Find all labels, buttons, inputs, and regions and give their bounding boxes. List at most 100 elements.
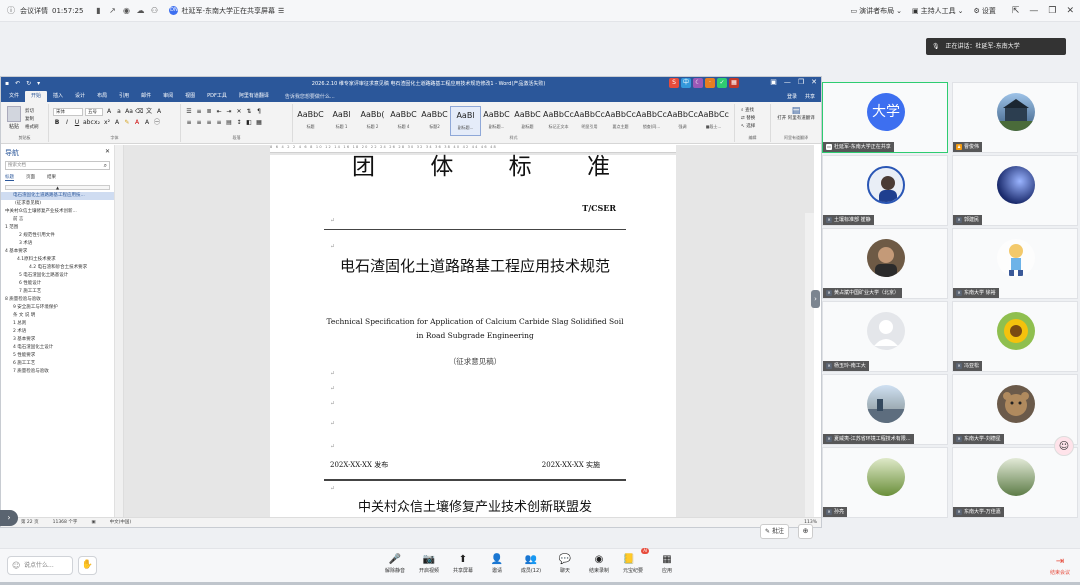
word-minimize-icon[interactable]: — bbox=[784, 78, 791, 86]
meeting-info-link[interactable]: 会议详情 bbox=[20, 6, 48, 16]
nav-heading-item[interactable]: 4 基本要求 bbox=[1, 248, 114, 256]
tray-icon-moon[interactable]: ☾ bbox=[693, 78, 703, 88]
collapse-sidebar-icon[interactable]: › bbox=[811, 290, 820, 308]
italic-icon[interactable]: I bbox=[63, 119, 71, 127]
participant-tile[interactable]: ✕ 东南大学-刘德星 bbox=[952, 374, 1078, 445]
highlight-icon[interactable]: ✎ bbox=[123, 119, 131, 127]
style-item[interactable]: AaBbCcDd 标记正文本 bbox=[543, 106, 574, 136]
bold-icon[interactable]: B bbox=[53, 119, 61, 127]
quick-access-icon[interactable]: ▾ bbox=[37, 80, 40, 87]
redo-icon[interactable]: ↻ bbox=[26, 80, 31, 87]
settings-button[interactable]: ⚙ 设置 bbox=[974, 6, 996, 16]
restore-icon[interactable]: ❐ bbox=[1048, 6, 1056, 16]
invite-button[interactable]: 👤 邀请 bbox=[480, 553, 514, 574]
style-item[interactable]: AaBbCcDd 明显引用 bbox=[574, 106, 605, 136]
minimize-icon[interactable]: — bbox=[1029, 6, 1038, 16]
style-item[interactable]: AaBbC 标题2 bbox=[419, 106, 450, 136]
cut-button[interactable]: 剪切 bbox=[25, 108, 39, 116]
save-icon[interactable]: ▪ bbox=[5, 80, 9, 87]
paste-button[interactable]: 粘贴 bbox=[5, 106, 23, 130]
word-count[interactable]: 11368 个字 bbox=[53, 518, 78, 527]
justify-icon[interactable]: ≡ bbox=[215, 119, 223, 127]
style-item[interactable]: AaBbCcD 锁查(同... bbox=[636, 106, 667, 136]
style-item[interactable]: AaBbC 副标题... bbox=[481, 106, 512, 136]
subscript-icon[interactable]: x₂ bbox=[93, 119, 101, 127]
align-right-icon[interactable]: ≡ bbox=[205, 119, 213, 127]
share-indicator[interactable]: DN 杜延军-东南大学正在共享屏幕 ☰ bbox=[169, 6, 284, 16]
chinese-layout-icon[interactable]: ✕ bbox=[235, 108, 243, 116]
tab-layout[interactable]: 布局 bbox=[91, 91, 113, 102]
tell-me-search[interactable]: 告诉我您想要做什么... bbox=[285, 93, 335, 102]
tray-icon-cn[interactable]: 中 bbox=[681, 78, 691, 88]
nav-heading-item[interactable]: 4 电石渣固化土设计 bbox=[1, 344, 114, 352]
style-item[interactable]: AaBbCcD ■段士... bbox=[698, 106, 729, 136]
shading-icon[interactable]: ◧ bbox=[245, 119, 253, 127]
numbering-icon[interactable]: ≡ bbox=[195, 108, 203, 116]
tab-design[interactable]: 设计 bbox=[69, 91, 91, 102]
nav-heading-item[interactable]: 电石渣固化土道路路基工程应用技... bbox=[1, 192, 114, 200]
tab-pdf-tools[interactable]: PDF工具 bbox=[201, 91, 233, 102]
notes-button[interactable]: 📒AI 元宝纪要 bbox=[616, 548, 650, 574]
tray-icon-check[interactable]: ✓ bbox=[717, 78, 727, 88]
nav-heading-item[interactable]: 2 术语 bbox=[1, 328, 114, 336]
ai-assistant-avatar[interactable]: ☺ bbox=[1054, 436, 1074, 456]
tab-file[interactable]: 文件 bbox=[3, 91, 25, 102]
speaker-layout-button[interactable]: ▭ 演讲者布局 ⌄ bbox=[851, 6, 903, 16]
mic-off-button[interactable]: 🎤 解除静音 bbox=[378, 553, 412, 574]
change-case-icon[interactable]: Aa bbox=[125, 108, 133, 116]
participant-tile[interactable]: ✕ 夏威夷-江苏省环境工程技术有限... bbox=[822, 374, 948, 445]
distributed-icon[interactable]: ▤ bbox=[225, 119, 233, 127]
text-effects-icon[interactable]: A bbox=[113, 119, 121, 127]
increase-indent-icon[interactable]: ⇥ bbox=[225, 108, 233, 116]
raise-hand-icon[interactable]: ✋ bbox=[78, 556, 97, 575]
page-count[interactable]: 第 22 页 bbox=[21, 518, 39, 527]
participant-tile[interactable]: ✕ 东南大学 徐裕 bbox=[952, 228, 1078, 299]
expand-left-icon[interactable]: › bbox=[0, 510, 18, 526]
tab-home[interactable]: 开始 bbox=[25, 91, 48, 102]
word-restore-icon[interactable]: ❐ bbox=[798, 78, 804, 86]
tab-mailings[interactable]: 邮件 bbox=[135, 91, 157, 102]
members-button[interactable]: 👥 成员(12) bbox=[514, 553, 548, 574]
zoom-icon[interactable]: ⊕ bbox=[798, 524, 813, 539]
char-shading-icon[interactable]: A bbox=[143, 119, 151, 127]
tab-references[interactable]: 引用 bbox=[113, 91, 135, 102]
pin-icon[interactable]: ⇱ bbox=[1012, 6, 1020, 16]
nav-tab-headings[interactable]: 标题 bbox=[5, 174, 14, 181]
nav-heading-item[interactable]: 7 施工工艺 bbox=[1, 288, 114, 296]
proofing-icon[interactable]: ▣ bbox=[91, 518, 95, 527]
participant-tile[interactable]: ✕ 东南大学-万佳嘉 bbox=[952, 447, 1078, 518]
end-meeting-button[interactable]: ⇥ 结束会议 bbox=[1050, 555, 1070, 576]
sign-in-link[interactable]: 登录 bbox=[787, 93, 797, 100]
share-doc-button[interactable]: 共享 bbox=[805, 93, 815, 100]
line-spacing-icon[interactable]: ↕ bbox=[235, 119, 243, 127]
superscript-icon[interactable]: x² bbox=[103, 119, 111, 127]
nav-heading-item[interactable]: 前 言 bbox=[1, 216, 114, 224]
participant-tile[interactable]: ✕ 黄占斌中国矿业大学（北京） bbox=[822, 228, 948, 299]
nav-close-icon[interactable]: ✕ bbox=[105, 148, 110, 155]
find-button[interactable]: ⌕ 查找 bbox=[741, 107, 755, 115]
strikethrough-icon[interactable]: abc bbox=[83, 119, 94, 127]
nav-heading-item[interactable]: 4.1原料土技术要求 bbox=[1, 256, 114, 264]
align-left-icon[interactable]: ≡ bbox=[185, 119, 193, 127]
share-menu-icon[interactable]: ☰ bbox=[278, 7, 284, 15]
replace-button[interactable]: ⇄ 替换 bbox=[741, 115, 755, 123]
tab-translate[interactable]: 阿里有道翻译 bbox=[233, 91, 275, 102]
nav-heading-item[interactable]: 1 总则 bbox=[1, 320, 114, 328]
tab-view[interactable]: 视图 bbox=[179, 91, 201, 102]
apps-button[interactable]: ▦ 应用 bbox=[650, 553, 684, 574]
shrink-font-icon[interactable]: a bbox=[115, 108, 123, 116]
share-screen-button[interactable]: ⬆ 共享屏幕 bbox=[446, 553, 480, 574]
ribbon-options-icon[interactable]: ▣ bbox=[770, 78, 777, 86]
align-center-icon[interactable]: ≡ bbox=[195, 119, 203, 127]
external-icon[interactable]: ↗ bbox=[107, 6, 117, 16]
close-icon[interactable]: ✕ bbox=[1066, 6, 1074, 16]
font-name-select[interactable]: 宋体 bbox=[53, 108, 83, 116]
nav-heading-item[interactable]: 2 规范性引用文件 bbox=[1, 232, 114, 240]
nav-heading-item[interactable]: 6 施工工艺 bbox=[1, 360, 114, 368]
nav-heading-item[interactable]: 条 文 说 明 bbox=[1, 312, 114, 320]
font-size-select[interactable]: 五号 bbox=[85, 108, 103, 116]
style-item[interactable]: AaBbCcDd 要点主题 bbox=[605, 106, 636, 136]
nav-heading-item[interactable]: 7 质量检验与验收 bbox=[1, 368, 114, 376]
word-close-icon[interactable]: ✕ bbox=[811, 78, 817, 86]
chat-input[interactable]: ☺ 说点什么... bbox=[7, 556, 73, 575]
